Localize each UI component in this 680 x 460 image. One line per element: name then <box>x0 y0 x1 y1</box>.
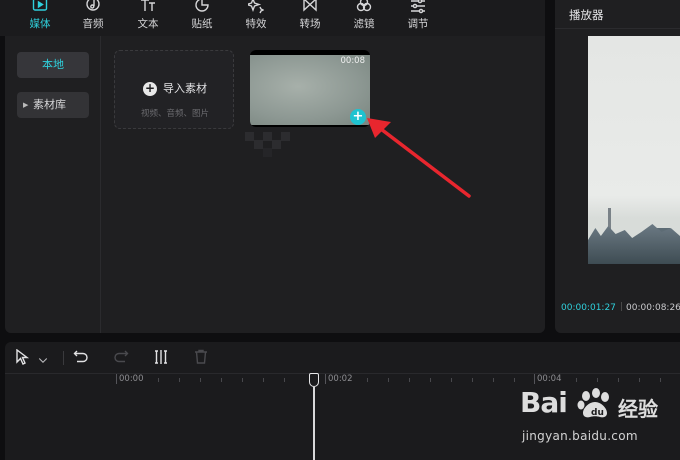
add-to-track-button[interactable]: + <box>350 109 366 125</box>
ruler-tick <box>576 378 577 382</box>
ruler-tick <box>618 378 619 382</box>
select-tool-button[interactable] <box>14 348 30 367</box>
import-media-label: 导入素材 <box>163 82 207 95</box>
clip-duration: 00:08 <box>340 56 366 66</box>
delete-button[interactable] <box>193 349 209 367</box>
adjust-sliders-icon <box>396 0 440 20</box>
media-source-nav: 本地 ▶ 素材库 <box>5 36 101 333</box>
ruler-tick <box>514 378 515 382</box>
top-toolbar: 媒体 音频 文本 贴纸 特效 转场 滤镜 调节 <box>0 0 545 36</box>
ruler-tick <box>430 378 431 382</box>
toolbar-divider <box>63 351 64 365</box>
annotation-arrow <box>367 118 471 198</box>
current-time: 00:00:01:27 <box>561 303 616 313</box>
text-icon <box>126 0 170 20</box>
divider <box>555 28 680 29</box>
tab-filter-label: 滤镜 <box>353 18 375 30</box>
undo-button[interactable] <box>73 349 89 367</box>
nav-library-button[interactable]: ▶ 素材库 <box>17 92 89 118</box>
ruler-label-0: 00:00 <box>119 374 144 384</box>
timeline-toolbar <box>5 342 680 374</box>
ruler-label-1: 00:02 <box>328 374 353 384</box>
clip-name-pixelated <box>245 132 305 158</box>
ruler-tick <box>284 378 285 382</box>
import-media-hint: 视频、音频、图片 <box>140 109 209 119</box>
media-play-icon <box>18 0 62 20</box>
ruler-tick <box>472 378 473 382</box>
svg-text:du: du <box>591 408 604 418</box>
tab-effects-label: 特效 <box>245 18 267 30</box>
ruler-tick <box>409 378 410 382</box>
ruler-tick <box>639 378 640 382</box>
video-preview[interactable] <box>588 36 680 264</box>
split-button[interactable] <box>153 349 169 367</box>
ruler-tick <box>388 378 389 382</box>
tab-adjust[interactable]: 调节 <box>396 0 440 36</box>
ruler-tick <box>451 378 452 382</box>
tab-effects[interactable]: 特效 <box>234 0 278 36</box>
redo-icon <box>114 350 129 363</box>
player-panel: 播放器 00:00:01:27 | 00:00:08:26 <box>555 0 680 333</box>
ruler-tick <box>263 378 264 382</box>
cursor-arrow-icon <box>16 348 30 365</box>
expand-triangle-icon: ▶ <box>23 101 29 109</box>
tab-media-label: 媒体 <box>29 18 51 30</box>
nav-library-label: 素材库 <box>33 98 66 111</box>
tab-filter[interactable]: 滤镜 <box>342 0 386 36</box>
music-note-icon <box>71 0 115 20</box>
ruler-tick <box>534 374 535 384</box>
tab-audio[interactable]: 音频 <box>71 0 115 36</box>
tab-audio-label: 音频 <box>82 18 104 30</box>
total-time: 00:00:08:26 <box>626 303 680 313</box>
tab-text-label: 文本 <box>137 18 159 30</box>
ruler-tick <box>493 378 494 382</box>
playhead-line <box>313 387 315 460</box>
media-panel: 本地 ▶ 素材库 + 导入素材 视频、音频、图片 00:08 + <box>5 36 545 333</box>
tab-transition[interactable]: 转场 <box>288 0 332 36</box>
ruler-tick <box>158 378 159 382</box>
trash-icon <box>195 349 207 364</box>
baidu-jingyan-watermark: Bai du 经验 jingyan.baidu.com <box>520 386 680 460</box>
watermark-url: jingyan.baidu.com <box>522 429 638 443</box>
ruler-tick <box>597 378 598 382</box>
tab-adjust-label: 调节 <box>407 18 429 30</box>
ruler-tick <box>325 374 326 384</box>
paw-logo-icon: du <box>577 388 609 418</box>
split-icon <box>155 350 167 364</box>
tab-text[interactable]: 文本 <box>126 0 170 36</box>
transition-icon <box>288 0 332 20</box>
ruler-tick <box>221 378 222 382</box>
watermark-brand: Bai <box>520 386 568 419</box>
ruler-tick <box>242 378 243 382</box>
redo-button[interactable] <box>113 349 129 367</box>
playhead-handle[interactable] <box>309 373 319 387</box>
tab-transition-label: 转场 <box>299 18 321 30</box>
tab-media[interactable]: 媒体 <box>18 0 62 36</box>
time-separator: | <box>620 302 624 312</box>
filter-icon <box>342 0 386 20</box>
ruler-tick <box>116 374 117 384</box>
preview-trees <box>588 224 680 264</box>
undo-icon <box>73 350 88 363</box>
ruler-tick <box>367 378 368 382</box>
import-media-button[interactable]: + 导入素材 视频、音频、图片 <box>114 50 234 129</box>
ruler-tick <box>660 378 661 382</box>
watermark-brand-tail: 经验 <box>618 397 658 421</box>
ruler-tick <box>179 378 180 382</box>
ruler-tick <box>200 378 201 382</box>
player-title: 播放器 <box>569 8 604 22</box>
nav-local-button[interactable]: 本地 <box>17 52 89 78</box>
tool-dropdown-button[interactable] <box>37 351 49 369</box>
tab-sticker-label: 贴纸 <box>191 18 213 30</box>
chevron-down-icon <box>38 358 48 363</box>
sparkle-icon <box>234 0 278 20</box>
ruler-label-2: 00:04 <box>537 374 562 384</box>
plus-icon: + <box>143 81 157 96</box>
sticker-icon <box>180 0 224 20</box>
tab-sticker[interactable]: 贴纸 <box>180 0 224 36</box>
